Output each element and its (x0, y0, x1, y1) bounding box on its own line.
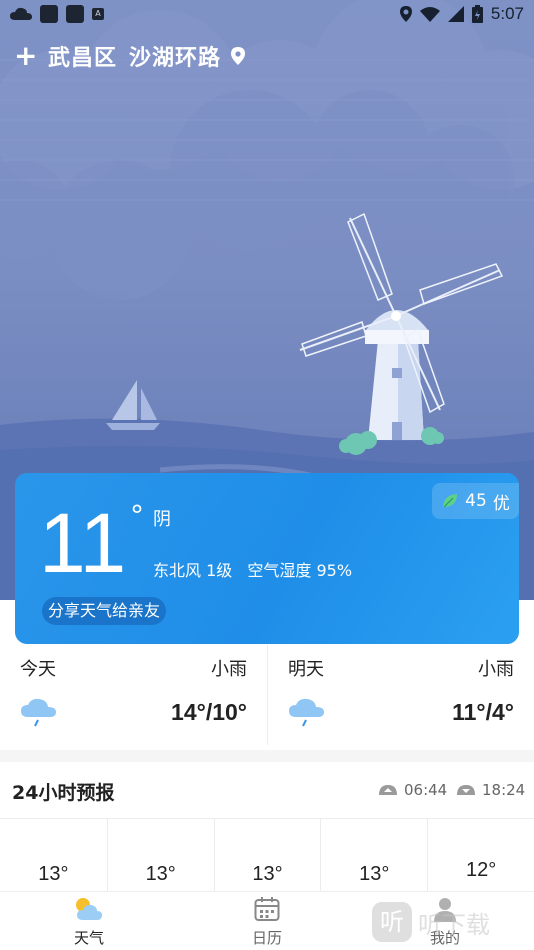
weather-icon (76, 898, 102, 920)
sunset-time: 18:24 (482, 781, 526, 799)
location-status-icon (399, 6, 412, 22)
hourly-forecast-list[interactable]: 13° 13° 13° 13° 12° (0, 819, 534, 891)
cell-signal-icon (447, 6, 464, 22)
wifi-icon (419, 7, 440, 22)
a-notification-icon: A (92, 8, 104, 20)
location-district[interactable]: 武昌区 (48, 40, 117, 72)
hourly-item[interactable]: 13° (0, 819, 107, 891)
hourly-item[interactable]: 13° (106, 819, 214, 891)
location-pin-icon (231, 47, 246, 65)
app-notification-icon (66, 5, 84, 23)
sunrise-info: 06:44 (378, 781, 447, 799)
hourly-temperature: 13° (38, 863, 69, 885)
add-city-button[interactable]: + (14, 41, 38, 71)
degree-symbol: ° (130, 499, 144, 532)
battery-icon (471, 5, 483, 23)
day-tomorrow[interactable]: 明天 小雨 11°/4° (267, 645, 534, 745)
tab-calendar[interactable]: 日历 (178, 892, 356, 950)
forecast-title: 24小时预报 (12, 782, 115, 804)
air-quality-badge[interactable]: 45 优 (432, 483, 519, 519)
watermark-text: 听下载 (418, 910, 490, 939)
section-divider (0, 750, 534, 762)
day-temperature: 14°/10° (171, 699, 247, 725)
tab-label: 天气 (73, 929, 104, 947)
calendar-icon (254, 897, 280, 921)
status-time: 5:07 (490, 4, 524, 23)
watermark-badge: 听 (372, 902, 412, 942)
day-condition: 小雨 (211, 659, 247, 680)
hourly-temperature: 12° (465, 859, 497, 881)
sunrise-time: 06:44 (404, 781, 448, 799)
sunrise-icon (379, 785, 397, 795)
light-rain-icon (289, 698, 324, 727)
status-bar: A 5:07 (0, 0, 534, 30)
sunset-icon (457, 785, 475, 795)
light-rain-icon (21, 698, 56, 727)
day-temperature: 11°/4° (452, 699, 514, 725)
hourly-temperature: 13° (252, 863, 283, 885)
tab-weather[interactable]: 天气 (0, 892, 178, 950)
weather-details: 东北风 1级 空气湿度 95% (153, 557, 352, 581)
hourly-item[interactable]: 12° (427, 819, 534, 891)
current-weather-card[interactable]: 11 ° 阴 东北风 1级 空气湿度 95% 45 优 分享天气给亲友 (15, 473, 519, 644)
humidity-info: 空气湿度 95% (247, 561, 353, 580)
day-name: 明天 (288, 659, 324, 680)
share-weather-button[interactable]: 分享天气给亲友 (42, 597, 167, 625)
hourly-temperature: 13° (145, 863, 176, 885)
day-name: 今天 (20, 659, 56, 680)
hourly-temperature: 13° (359, 863, 390, 885)
app-notification-icon (40, 5, 58, 23)
tab-label: 日历 (251, 929, 282, 947)
location-bar: + 武昌区 沙湖环路 (14, 40, 246, 72)
leaf-icon (443, 494, 458, 508)
daily-summary: 今天 小雨 14°/10° 明天 小雨 11°/4° (0, 645, 534, 745)
location-street[interactable]: 沙湖环路 (129, 40, 221, 72)
cloud-notification-icon (10, 7, 32, 20)
current-condition: 阴 (153, 509, 171, 530)
aqi-level: 优 (492, 493, 510, 514)
sunset-info: 18:24 (456, 781, 525, 799)
aqi-value: 45 (465, 491, 487, 511)
day-condition: 小雨 (478, 659, 514, 680)
watermark: 听 听下载 (372, 902, 490, 942)
day-today[interactable]: 今天 小雨 14°/10° (0, 645, 267, 745)
current-temperature: 11 (39, 496, 127, 590)
hourly-item[interactable]: 13° (213, 819, 321, 891)
hourly-item[interactable]: 13° (320, 819, 427, 891)
wind-info: 东北风 1级 (153, 561, 233, 580)
